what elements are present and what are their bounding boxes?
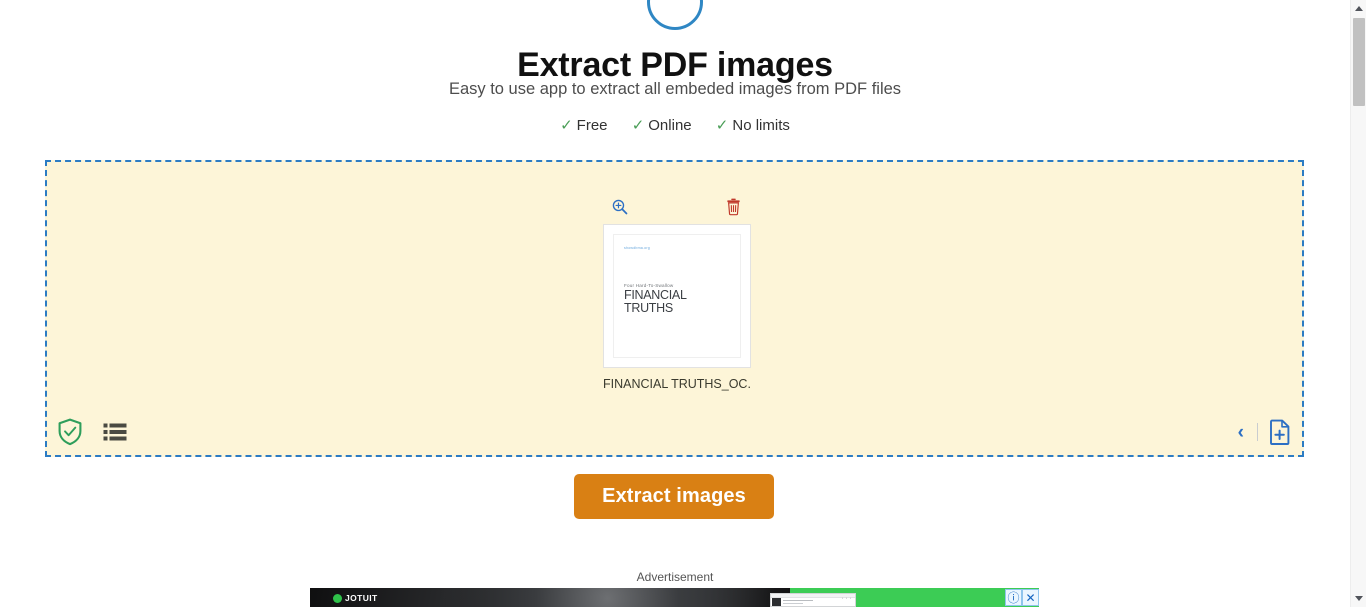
ad-screenshot-dots: • • • — [842, 595, 852, 600]
feature-label: No limits — [732, 117, 790, 134]
scroll-up-arrow-icon[interactable] — [1351, 0, 1366, 17]
list-view-icon[interactable] — [103, 422, 127, 442]
ad-screenshot-graphic: • • • — [770, 593, 856, 607]
add-file-icon[interactable] — [1268, 419, 1292, 445]
main-content: Extract PDF images Easy to use app to ex… — [0, 0, 1350, 607]
page-subtitle: Easy to use app to extract all embeded i… — [448, 80, 902, 98]
ad-close-icon[interactable]: ✕ — [1022, 589, 1039, 606]
ad-brand-logo-icon — [333, 594, 342, 603]
feature-item-no-limits: ✓ No limits — [716, 116, 790, 136]
pdf-page-preview: showdbma.org Four Hard-To-Swallow FINANC… — [613, 234, 741, 358]
ad-background-image — [310, 588, 790, 607]
scrollbar-thumb[interactable] — [1353, 18, 1365, 106]
file-name-label: FINANCIAL TRUTHS_OC... — [603, 377, 751, 391]
ad-screenshot-line — [783, 603, 803, 604]
check-icon: ✓ — [560, 117, 573, 134]
preview-title-line1: FINANCIAL — [624, 288, 687, 302]
check-icon: ✓ — [631, 117, 645, 134]
extract-images-button[interactable]: Extract images — [574, 474, 774, 519]
ad-controls: ⓘ ✕ — [1005, 588, 1039, 607]
dropzone-toolbar-left — [57, 418, 127, 446]
page-root: Extract PDF images Easy to use app to ex… — [0, 0, 1366, 607]
feature-label: Free — [576, 117, 608, 134]
trash-icon[interactable] — [723, 197, 743, 217]
shield-check-icon[interactable] — [57, 418, 83, 446]
toolbar-divider — [1257, 423, 1258, 441]
feature-item-free: ✓ Free — [560, 116, 607, 136]
circular-logo-icon — [647, 0, 703, 30]
file-item[interactable]: showdbma.org Four Hard-To-Swallow FINANC… — [603, 195, 751, 391]
file-dropzone[interactable]: showdbma.org Four Hard-To-Swallow FINANC… — [45, 160, 1304, 457]
ad-brand-label: JOTUIT — [345, 593, 378, 603]
feature-list: ✓ Free ✓ Online ✓ No limits — [0, 116, 1350, 136]
feature-item-online: ✓ Online — [632, 116, 692, 136]
feature-label: Online — [648, 117, 692, 134]
advertisement-label: Advertisement — [636, 570, 714, 584]
ad-screenshot-line — [783, 600, 813, 601]
vertical-scrollbar[interactable] — [1350, 0, 1366, 607]
preview-title-text: FINANCIAL TRUTHS — [624, 289, 687, 315]
file-tools — [603, 195, 751, 221]
check-icon: ✓ — [715, 117, 729, 134]
adchoices-info-icon[interactable]: ⓘ — [1005, 589, 1022, 606]
chevron-left-icon[interactable]: ‹ — [1235, 423, 1247, 442]
preview-url-text: showdbma.org — [624, 246, 650, 250]
ad-screenshot-thumb — [772, 598, 781, 606]
advertisement-banner[interactable]: JOTUIT • • • ⓘ ✕ — [310, 588, 1039, 607]
file-thumbnail[interactable]: showdbma.org Four Hard-To-Swallow FINANC… — [603, 224, 751, 368]
dropzone-toolbar-right: ‹ — [1235, 419, 1292, 445]
magnify-plus-icon[interactable] — [610, 197, 630, 217]
preview-title-line2: TRUTHS — [624, 301, 673, 315]
scroll-down-arrow-icon[interactable] — [1351, 590, 1366, 607]
